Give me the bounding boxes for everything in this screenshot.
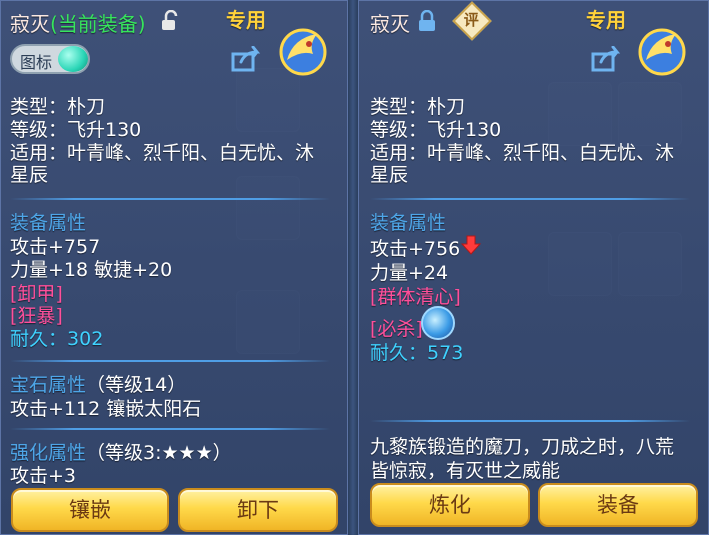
attr-header: 装备属性 [370,212,447,234]
dragon-emblem-icon [279,28,327,76]
gem-bonus: 攻击+112 镶嵌太阳石 [10,398,202,420]
lock-open-icon[interactable] [160,10,180,32]
unequip-button[interactable]: 卸下 [178,488,338,532]
icon-toggle[interactable]: 图标 [10,44,90,74]
gem-level: （等级14） [86,374,187,396]
gem-row: 宝石属性（等级14） [10,370,186,397]
gem-header: 宝石属性 [10,374,87,396]
durability-value: 302 [67,328,104,350]
divider [10,428,330,430]
divider [370,198,690,200]
dragon-emblem-icon [638,28,686,76]
item-description-line2: 皆惊寂，有灭世之威能 [370,460,561,482]
special-skill-1: [群体清心] [370,286,461,308]
red-down-arrow-icon [461,235,481,255]
durability-row: 耐久：573 [370,338,463,365]
equip-button[interactable]: 装备 [538,483,698,527]
item-name: 寂灭 [370,12,410,36]
divider [10,198,330,200]
share-icon[interactable] [591,46,623,72]
item-description-line1: 九黎族锻造的魔刀，刀成之时，八荒 [370,436,675,458]
item-suits: 适用：叶青峰、烈千阳、白无忧、沐 [370,142,675,164]
exclusive-tag: 专用 [586,8,626,32]
durability-label: 耐久： [10,328,68,350]
attr-header: 装备属性 [10,212,87,234]
item-suits: 适用：叶青峰、烈千阳、白无忧、沐 [10,142,315,164]
inlay-button[interactable]: 镶嵌 [11,488,169,532]
item-name: 寂灭(当前装备) [10,12,146,36]
equipped-tag: (当前装备) [50,12,146,36]
exclusive-tag: 专用 [226,8,266,32]
panel-divider [348,0,358,535]
refine-button[interactable]: 炼化 [370,483,530,527]
strength-stat: 力量+24 [370,262,449,284]
enhance-bonus: 攻击+3 [10,465,77,487]
toggle-knob [58,46,88,72]
icon-toggle-label: 图标 [20,53,53,72]
durability-label: 耐久： [370,342,428,364]
share-icon[interactable] [231,46,263,72]
item-suits-cont: 星辰 [10,164,49,186]
special-skill-2: [必杀] [370,318,423,340]
divider [10,360,330,362]
equipment-compare-screen: 寂灭(当前装备) 专用 图标 类型：朴刀 等级：飞升130 适用：叶青峰、烈千阳… [0,0,709,535]
divider [370,420,690,422]
skill-swirl-icon [421,306,455,340]
lock-icon[interactable] [418,10,436,32]
attack-stat: 攻击+756 [370,238,461,260]
strength-agility-stat: 力量+18 敏捷+20 [10,259,173,281]
enhance-level: （等级3:★★★） [86,442,232,464]
durability-row: 耐久：302 [10,324,103,351]
durability-value: 573 [427,342,464,364]
item-suits-cont: 星辰 [370,164,409,186]
